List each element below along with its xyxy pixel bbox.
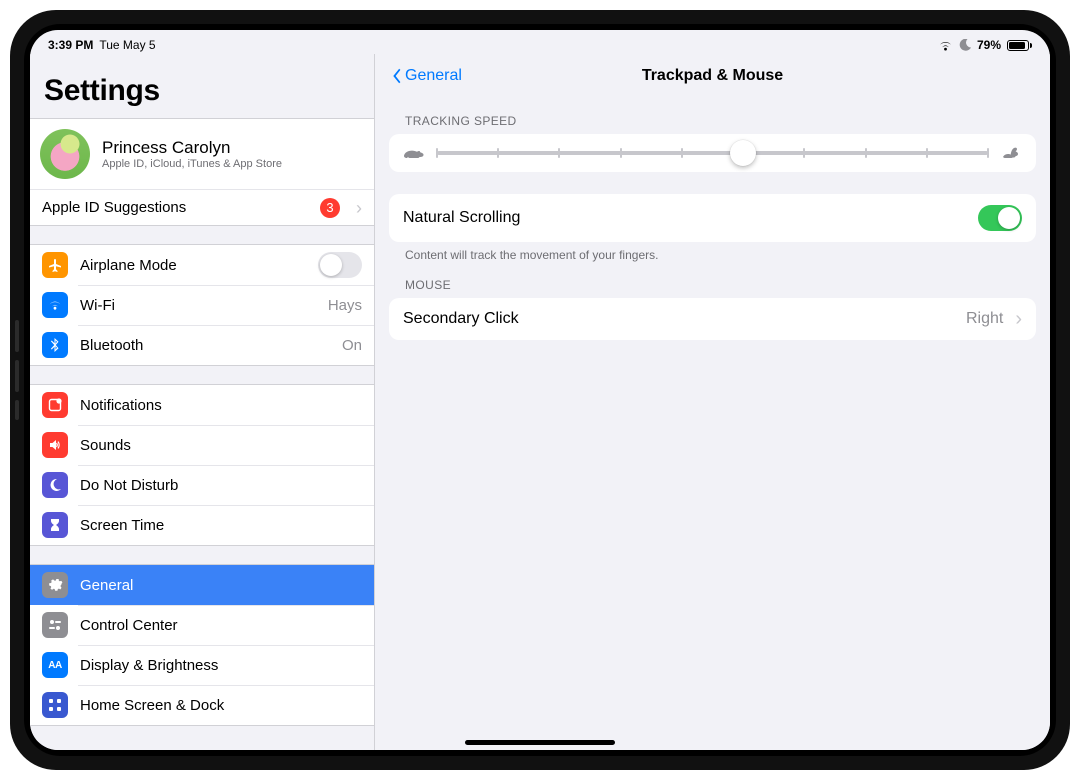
sidebar-item-bluetooth[interactable]: Bluetooth On	[30, 325, 374, 365]
natural-scrolling-toggle[interactable]	[978, 205, 1022, 231]
settings-sidebar: Settings Princess Carolyn Apple ID, iClo…	[30, 54, 375, 750]
secondary-click-label: Secondary Click	[403, 310, 519, 328]
sliders-icon	[42, 612, 68, 638]
sidebar-item-label: Wi-Fi	[80, 297, 115, 314]
sidebar-item-label: Display & Brightness	[80, 657, 218, 674]
secondary-click-row[interactable]: Secondary Click Right ›	[389, 298, 1036, 340]
sidebar-item-label: Home Screen & Dock	[80, 697, 224, 714]
avatar	[40, 129, 90, 179]
apple-id-suggestions-label: Apple ID Suggestions	[42, 199, 186, 216]
apple-id-profile-row[interactable]: Princess Carolyn Apple ID, iCloud, iTune…	[30, 119, 374, 189]
sidebar-item-sounds[interactable]: Sounds	[30, 425, 374, 465]
back-label: General	[405, 67, 462, 85]
chevron-right-icon: ›	[356, 199, 362, 217]
sidebar-item-airplane-mode[interactable]: Airplane Mode	[30, 245, 374, 285]
airplane-mode-toggle[interactable]	[318, 252, 362, 278]
battery-percentage: 79%	[977, 38, 1001, 52]
speaker-icon	[42, 432, 68, 458]
detail-title: Trackpad & Mouse	[375, 67, 1050, 85]
moon-icon	[959, 39, 971, 51]
status-bar: 3:39 PM Tue May 5 79%	[30, 30, 1050, 54]
sidebar-item-control-center[interactable]: Control Center	[30, 605, 374, 645]
sidebar-item-label: Screen Time	[80, 517, 164, 534]
profile-subtitle: Apple ID, iCloud, iTunes & App Store	[102, 158, 282, 170]
sidebar-item-label: Do Not Disturb	[80, 477, 178, 494]
natural-scrolling-footer: Content will track the movement of your …	[375, 242, 1050, 262]
badge: 3	[320, 198, 340, 218]
natural-scrolling-label: Natural Scrolling	[403, 209, 520, 227]
rabbit-icon	[1000, 146, 1022, 160]
secondary-click-value: Right	[966, 310, 1003, 328]
sidebar-item-do-not-disturb[interactable]: Do Not Disturb	[30, 465, 374, 505]
notifications-icon	[42, 392, 68, 418]
status-date: Tue May 5	[99, 38, 155, 52]
sidebar-item-wifi[interactable]: Wi-Fi Hays	[30, 285, 374, 325]
moon-icon	[42, 472, 68, 498]
tracking-speed-slider[interactable]	[389, 134, 1036, 172]
back-button[interactable]: General	[389, 67, 462, 85]
mouse-section-header: MOUSE	[375, 262, 1050, 298]
home-indicator[interactable]	[465, 740, 615, 745]
hourglass-icon	[42, 512, 68, 538]
apple-id-suggestions-row[interactable]: Apple ID Suggestions 3 ›	[30, 189, 374, 225]
natural-scrolling-row[interactable]: Natural Scrolling	[389, 194, 1036, 242]
status-time: 3:39 PM	[48, 38, 93, 52]
detail-pane: General Trackpad & Mouse TRACKING SPEED …	[375, 54, 1050, 750]
sidebar-item-label: Notifications	[80, 397, 162, 414]
grid-icon	[42, 692, 68, 718]
turtle-icon	[403, 146, 425, 160]
airplane-icon	[42, 252, 68, 278]
sidebar-item-label: Sounds	[80, 437, 131, 454]
gear-icon	[42, 572, 68, 598]
sidebar-item-label: Bluetooth	[80, 337, 143, 354]
text-size-icon: AA	[42, 652, 68, 678]
page-title: Settings	[30, 54, 374, 118]
sidebar-item-notifications[interactable]: Notifications	[30, 385, 374, 425]
sidebar-item-general[interactable]: General	[30, 565, 374, 605]
sidebar-item-label: Control Center	[80, 617, 178, 634]
sidebar-item-screen-time[interactable]: Screen Time	[30, 505, 374, 545]
chevron-left-icon	[389, 67, 403, 85]
slider-thumb[interactable]	[730, 140, 756, 166]
sidebar-item-home-screen-dock[interactable]: Home Screen & Dock	[30, 685, 374, 725]
bluetooth-icon	[42, 332, 68, 358]
wifi-icon	[42, 292, 68, 318]
sidebar-item-display-brightness[interactable]: AA Display & Brightness	[30, 645, 374, 685]
sidebar-item-label: Airplane Mode	[80, 257, 177, 274]
chevron-right-icon: ›	[1015, 309, 1022, 329]
sidebar-item-label: General	[80, 577, 133, 594]
battery-icon	[1007, 40, 1032, 51]
wifi-icon	[938, 40, 953, 51]
tracking-speed-header: TRACKING SPEED	[375, 98, 1050, 134]
profile-name: Princess Carolyn	[102, 138, 282, 158]
wifi-network-value: Hays	[328, 297, 362, 314]
bluetooth-status-value: On	[342, 337, 362, 354]
